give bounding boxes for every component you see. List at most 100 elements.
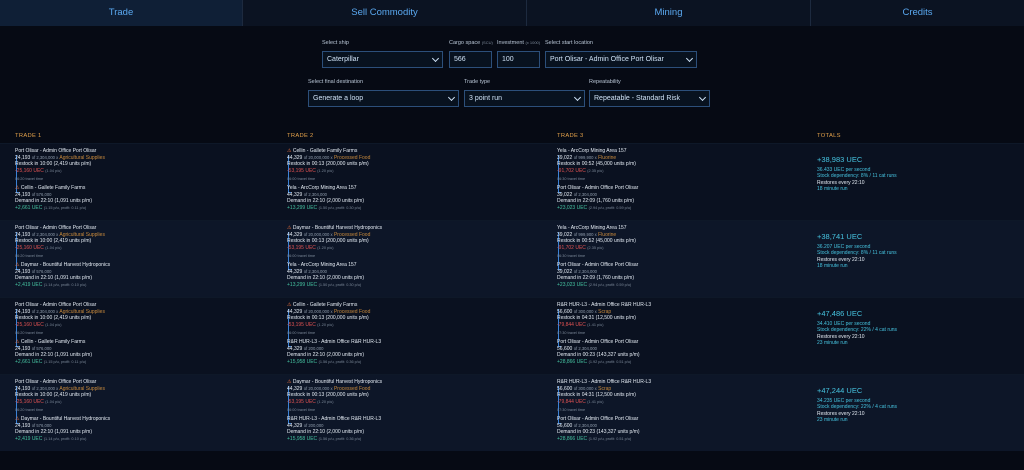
destination-field: Select final destination — [308, 79, 363, 85]
start-location-select[interactable]: Port Olisar - Admin Office Port Olisar — [545, 51, 697, 68]
trade-leg: ⚠ Daymar - Bountiful Harvest Hydroponics… — [287, 225, 382, 288]
leg-sell-quantity: 44,329 — [287, 268, 303, 275]
leg-sell-quantity: 24,193 — [15, 268, 31, 275]
header-trade-1: TRADE 1 — [15, 133, 42, 139]
leg-sell-quantity: 44,329 — [287, 191, 303, 198]
trade-type-select[interactable]: 3 point run — [464, 90, 585, 107]
route-row[interactable]: Port Olisar - Admin Office Port Olisar 2… — [0, 374, 1024, 451]
leg-cost: -53,195 UEC — [287, 167, 316, 174]
tab-trade[interactable]: Trade — [0, 0, 243, 26]
leg-demand: Demand in 22:10 (1,091 units p/m) — [15, 198, 92, 205]
cargo-field: Cargo space (SCU) — [449, 40, 493, 46]
leg-profit-note: (1.56 p/u, profit: 0.36 p/u) — [318, 436, 362, 441]
run-duration: 18 minute run — [817, 263, 848, 270]
repeatability-value: Repeatable - Standard Risk — [594, 95, 680, 102]
leg-travel-time: 06:30 travel time — [557, 254, 586, 259]
leg-stock: of 300,000 x — [573, 308, 597, 314]
stock-dependency: Stock dependency: 22% / 4 cat runs — [817, 327, 898, 334]
investment-input[interactable]: 100 — [497, 51, 540, 68]
leg-travel-time: 06:00 travel time — [287, 177, 316, 182]
leg-cost-note: (2.35 p/u) — [587, 245, 604, 250]
trade-leg: R&R HUR-L3 - Admin Office R&R HUR-L3 56,… — [557, 302, 651, 365]
ship-label: Select ship — [322, 40, 349, 46]
trade-leg: Port Olisar - Admin Office Port Olisar 2… — [15, 302, 105, 365]
leg-origin: Daymar - Bountiful Harvest Hydroponics — [292, 225, 383, 231]
leg-stock: of 300,000 x — [573, 385, 597, 391]
leg-stock: of 999,900 x — [573, 154, 597, 160]
leg-destination: R&R HUR-L3 - Admin Office R&R HUR-L3 — [287, 415, 382, 422]
trade-leg: Yela - ArcCorp Mining Area 157 39,022 of… — [557, 225, 638, 288]
leg-travel-time: 06:20 travel time — [15, 177, 44, 182]
leg-capacity: of 576,000 — [31, 191, 52, 197]
leg-profit-note: (1.50 p/u, profit: 0.30 p/u) — [318, 205, 362, 210]
leg-restock: Restock in 10:00 (2,419 units p/m) — [15, 238, 92, 245]
leg-commodity: Processed Food — [333, 385, 371, 392]
route-row[interactable]: Port Olisar - Admin Office Port Olisar 2… — [0, 220, 1024, 297]
header-totals: TOTALS — [817, 133, 841, 139]
leg-capacity: of 2,304,000 — [303, 268, 327, 274]
leg-cost-note: (1.04 p/u) — [45, 245, 62, 250]
leg-commodity: Fluorine — [598, 154, 617, 161]
leg-sell-quantity: 56,600 — [557, 422, 573, 429]
total-profit: +38,983 UEC — [817, 155, 863, 164]
leg-capacity: of 2,304,000 — [573, 422, 597, 428]
warning-icon: ⚠ — [287, 379, 292, 385]
leg-stock: of 2,304,000 x — [31, 231, 59, 237]
leg-profit-note: (2.94 p/u, profit: 0.59 p/u) — [588, 282, 632, 287]
leg-origin: Daymar - Bountiful Harvest Hydroponics — [292, 379, 383, 385]
leg-sell-quantity: 39,022 — [557, 268, 573, 275]
warning-icon: ⚠ — [15, 338, 20, 345]
leg-profit: +2,419 UEC — [15, 435, 43, 442]
warning-icon: ⚠ — [15, 415, 20, 422]
route-row[interactable]: Port Olisar - Admin Office Port Olisar 2… — [0, 297, 1024, 374]
leg-demand: Demand in 22:10 (2,000 units p/m) — [287, 429, 364, 436]
cargo-unit: (SCU) — [481, 40, 493, 45]
leg-cost: -25,160 UEC — [15, 167, 44, 174]
leg-cost-note: (1.41 p/u) — [587, 399, 604, 404]
leg-cost-note: (1.41 p/u) — [587, 322, 604, 327]
run-duration: 18 minute run — [817, 186, 848, 193]
leg-stock: of 2,304,000 x — [31, 385, 59, 391]
stock-dependency: Stock dependency: 22% / 4 cat runs — [817, 404, 898, 411]
leg-stock: of 999,900 x — [573, 231, 597, 237]
tab-mining[interactable]: Mining — [527, 0, 811, 26]
repeatability-field: Repeatability — [589, 79, 621, 85]
leg-quantity: 56,600 — [557, 385, 573, 392]
leg-profit-note: (1.92 p/u, profit: 0.51 p/u) — [588, 436, 632, 441]
leg-commodity: Agricultural Supplies — [59, 385, 105, 392]
profit-per-second: 34.410 UEC per second — [817, 320, 871, 327]
leg-origin: R&R HUR-L3 - Admin Office R&R HUR-L3 — [557, 379, 652, 385]
start-location-label: Select start location — [545, 40, 593, 46]
investment-label: Investment — [497, 40, 524, 46]
leg-stock: of 20,000,000 x — [303, 231, 333, 237]
stock-dependency: Stock dependency: 8% / 11 cat runs — [817, 173, 897, 180]
tab-sell-commodity[interactable]: Sell Commodity — [243, 0, 527, 26]
leg-destination: Cellin - Gallete Family Farms — [20, 184, 86, 191]
leg-origin: Yela - ArcCorp Mining Area 157 — [557, 225, 627, 231]
leg-profit: +13,299 UEC — [287, 204, 318, 211]
leg-profit-note: (1.15 p/u, profit: 0.11 p/u) — [43, 359, 87, 364]
leg-travel-time: 07:30 travel time — [557, 408, 586, 413]
leg-origin: Yela - ArcCorp Mining Area 157 — [557, 148, 627, 154]
repeatability-select[interactable]: Repeatable - Standard Risk — [589, 90, 710, 107]
stock-dependency: Stock dependency: 8% / 11 cat runs — [817, 250, 897, 257]
cargo-input[interactable]: 566 — [449, 51, 492, 68]
leg-commodity: Agricultural Supplies — [59, 231, 105, 238]
leg-restock: Restock in 00:52 (45,000 units p/m) — [557, 161, 636, 168]
leg-sell-quantity: 44,329 — [287, 345, 303, 352]
start-location-field: Select start location — [545, 40, 593, 46]
leg-commodity: Agricultural Supplies — [59, 308, 105, 315]
leg-cost-note: (1.04 p/u) — [45, 322, 62, 327]
leg-profit-note: (1.50 p/u, profit: 0.30 p/u) — [318, 282, 362, 287]
route-row[interactable]: Port Olisar - Admin Office Port Olisar 2… — [0, 143, 1024, 220]
leg-quantity: 24,193 — [15, 385, 31, 392]
leg-quantity: 44,329 — [287, 154, 303, 161]
chevron-down-icon — [698, 93, 707, 102]
ship-select[interactable]: Caterpillar — [322, 51, 443, 68]
destination-select[interactable]: Generate a loop — [308, 90, 459, 107]
restore-interval: Restores every 22:10 — [817, 256, 865, 263]
destination-label: Select final destination — [308, 79, 364, 85]
tab-credits[interactable]: Credits — [811, 0, 1024, 26]
leg-demand: Demand in 22:10 (2,000 units p/m) — [287, 198, 364, 205]
leg-restock: Restock in 04:31 (12,500 units p/m) — [557, 315, 636, 322]
